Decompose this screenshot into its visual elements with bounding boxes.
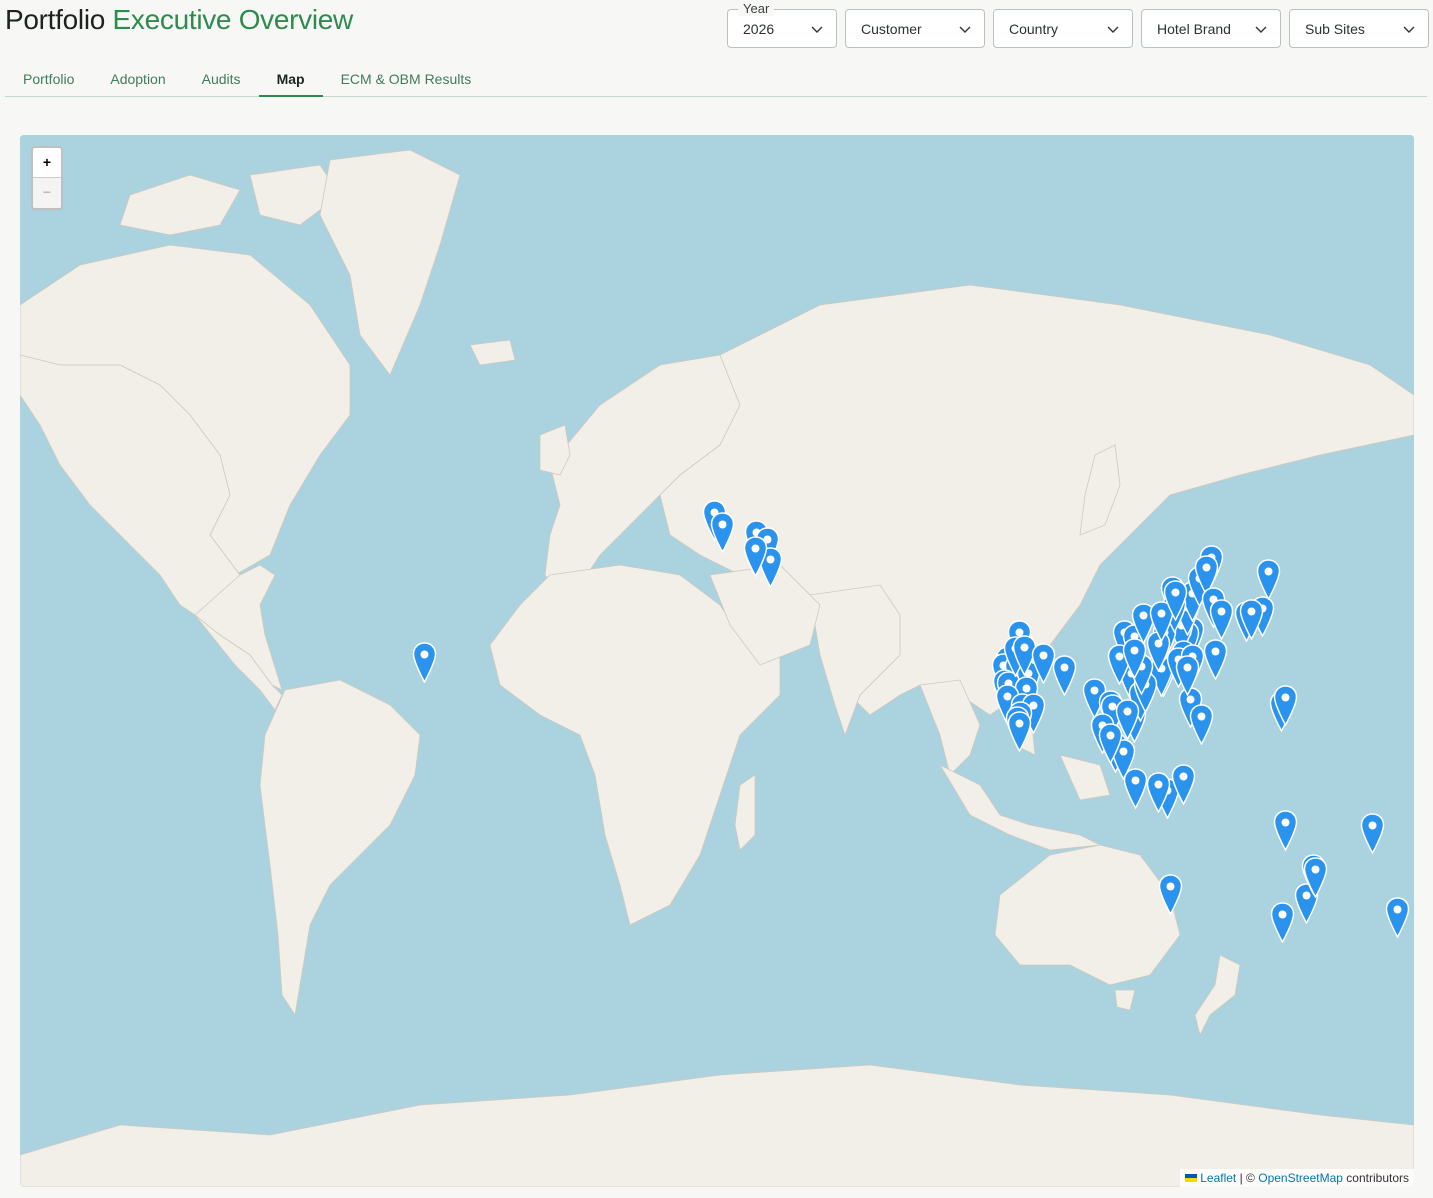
- map-marker[interactable]: [1007, 711, 1032, 753]
- page-title-part2: Executive Overview: [112, 4, 354, 35]
- filter-bar: Year 2026 Customer Country Hotel Brand S…: [727, 1, 1429, 48]
- map-pin-icon: [744, 536, 768, 578]
- map-pin-icon: [1158, 874, 1183, 916]
- page-title-part1: Portfolio: [5, 4, 106, 35]
- map-pin-icon: [1239, 599, 1264, 641]
- map-pin-icon: [1303, 856, 1327, 899]
- map-marker[interactable]: [1360, 813, 1385, 855]
- map-pin-icon: [1274, 810, 1298, 852]
- tab-adoption[interactable]: Adoption: [92, 62, 183, 97]
- map-marker[interactable]: [1273, 810, 1298, 852]
- map-pin-icon: [1123, 637, 1147, 680]
- openstreetmap-link[interactable]: OpenStreetMap: [1258, 1171, 1343, 1185]
- country-select-placeholder: Country: [1009, 20, 1059, 37]
- hotel-brand-select[interactable]: Hotel Brand: [1141, 9, 1281, 48]
- customer-select-placeholder: Customer: [861, 20, 922, 37]
- map-marker[interactable]: [1385, 897, 1410, 939]
- map-marker[interactable]: [1189, 704, 1214, 746]
- attribution-suffix: contributors: [1346, 1171, 1409, 1185]
- chevron-down-icon: [1255, 26, 1267, 33]
- map-marker[interactable]: [1273, 684, 1298, 727]
- map-marker[interactable]: [710, 511, 735, 554]
- year-select-value: 2026: [743, 20, 775, 37]
- map-marker[interactable]: [1031, 643, 1056, 685]
- map-marker[interactable]: [1122, 637, 1147, 680]
- attribution-separator: | ©: [1239, 1171, 1255, 1185]
- map-pin-icon: [1257, 559, 1281, 601]
- chevron-down-icon: [959, 26, 971, 33]
- hotel-brand-select-placeholder: Hotel Brand: [1157, 20, 1231, 37]
- leaflet-link[interactable]: Leaflet: [1200, 1171, 1236, 1185]
- tab-map[interactable]: Map: [258, 62, 323, 97]
- map-marker[interactable]: [1256, 559, 1281, 601]
- map-marker[interactable]: [1158, 874, 1183, 916]
- map-marker[interactable]: [1123, 768, 1148, 810]
- map-marker[interactable]: [1175, 654, 1200, 697]
- map-pin-icon: [710, 511, 735, 554]
- marker-layer: [20, 135, 1414, 1187]
- world-map[interactable]: + − Leaflet | © OpenStreetMap contributo…: [20, 135, 1414, 1187]
- country-select[interactable]: Country: [993, 9, 1133, 48]
- sub-sites-select-placeholder: Sub Sites: [1305, 20, 1365, 37]
- customer-select[interactable]: Customer: [845, 9, 985, 48]
- map-marker[interactable]: [1203, 639, 1228, 681]
- map-marker[interactable]: [1146, 772, 1171, 814]
- zoom-control: + −: [31, 146, 63, 210]
- map-marker[interactable]: [1171, 763, 1196, 806]
- map-marker[interactable]: [1270, 901, 1295, 944]
- map-pin-icon: [1189, 704, 1214, 746]
- chevron-down-icon: [811, 26, 823, 33]
- page-title: Portfolio Executive Overview: [5, 4, 353, 36]
- map-pin-icon: [1204, 639, 1228, 681]
- tab-bar: Portfolio Adoption Audits Map ECM & OBM …: [5, 62, 1427, 97]
- tab-ecm-obm-results[interactable]: ECM & OBM Results: [323, 62, 490, 97]
- map-pin-icon: [1175, 654, 1200, 697]
- map-marker[interactable]: [1209, 599, 1234, 641]
- year-select-legend: Year: [738, 1, 775, 16]
- ukraine-flag-icon: [1185, 1174, 1198, 1182]
- map-pin-icon: [1270, 901, 1295, 944]
- map-pin-icon: [1360, 813, 1385, 855]
- map-pin-icon: [1209, 599, 1234, 641]
- map-pin-icon: [1146, 772, 1170, 814]
- map-pin-icon: [412, 642, 437, 684]
- map-marker[interactable]: [1163, 580, 1188, 622]
- map-pin-icon: [1172, 763, 1196, 806]
- sub-sites-select[interactable]: Sub Sites: [1289, 9, 1429, 48]
- map-pin-icon: [1385, 897, 1410, 939]
- map-marker[interactable]: [412, 642, 437, 684]
- map-pin-icon: [1273, 684, 1298, 727]
- map-pin-icon: [1163, 580, 1188, 622]
- map-pin-icon: [1008, 711, 1032, 753]
- map-attribution: Leaflet | © OpenStreetMap contributors: [1180, 1169, 1414, 1187]
- map-pin-icon: [1123, 768, 1147, 810]
- map-marker[interactable]: [743, 536, 768, 578]
- year-select[interactable]: Year 2026: [727, 1, 837, 48]
- map-marker[interactable]: [1303, 856, 1328, 899]
- map-pin-icon: [1031, 643, 1056, 685]
- map-marker[interactable]: [1239, 599, 1264, 641]
- chevron-down-icon: [1403, 26, 1415, 33]
- chevron-down-icon: [1107, 26, 1119, 33]
- zoom-out-button[interactable]: −: [33, 178, 61, 208]
- tab-portfolio[interactable]: Portfolio: [5, 62, 92, 97]
- zoom-in-button[interactable]: +: [33, 148, 61, 178]
- tab-audits[interactable]: Audits: [184, 62, 259, 97]
